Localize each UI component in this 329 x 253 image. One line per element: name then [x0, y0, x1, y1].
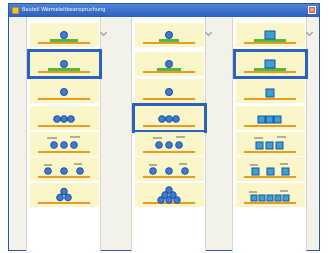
- config-1-7[interactable]: [30, 183, 99, 207]
- column-3: [232, 17, 314, 252]
- three-tube-wide-spacing-icon: [143, 163, 195, 178]
- config-3-5[interactable]: [236, 132, 305, 156]
- chevron-down-icon: [99, 28, 108, 37]
- chevron-down-icon: [204, 28, 213, 37]
- three-square-duct-wide-spacing-icon: [244, 163, 296, 178]
- three-tube-spaced-icon: [143, 136, 195, 153]
- config-3-1[interactable]: [236, 23, 314, 47]
- config-1-5[interactable]: [30, 132, 99, 156]
- config-3-3[interactable]: [236, 79, 305, 103]
- config-1-2[interactable]: [27, 49, 102, 79]
- chevron-down-icon: [305, 28, 314, 37]
- square-duct-plate-icon: [244, 59, 296, 73]
- heat-conductivity-window: Bauteil Wärmeleitbeanspruchung ×: [8, 3, 320, 252]
- config-3-4[interactable]: [236, 106, 305, 130]
- app-icon: [12, 7, 19, 14]
- config-3-7[interactable]: [236, 183, 305, 207]
- triangle-tube-group-icon: [38, 187, 90, 204]
- column-2: [131, 17, 213, 252]
- title-bar: Bauteil Wärmeleitbeanspruchung ×: [9, 4, 319, 17]
- config-3-6[interactable]: [236, 157, 305, 181]
- single-tube-icon: [38, 88, 90, 100]
- config-2-1[interactable]: [135, 23, 213, 47]
- three-square-duct-spaced-icon: [244, 136, 296, 153]
- config-2-7[interactable]: [135, 183, 204, 207]
- single-tube-plate-icon: [143, 60, 195, 73]
- three-tube-spaced-icon: [38, 136, 90, 153]
- three-tube-row-icon: [38, 115, 90, 127]
- config-2-6[interactable]: [135, 157, 204, 181]
- three-tube-row-icon: [143, 115, 195, 127]
- config-2-2[interactable]: [135, 52, 204, 76]
- pyramid-tube-group-icon: [143, 186, 195, 204]
- three-square-duct-row-icon: [244, 115, 296, 127]
- square-duct-green-plate-icon: [244, 30, 296, 44]
- config-2-5[interactable]: [135, 132, 204, 156]
- close-button[interactable]: ×: [308, 6, 316, 14]
- single-tube-icon: [143, 88, 195, 100]
- config-2-3[interactable]: [135, 79, 204, 103]
- config-1-4[interactable]: [30, 106, 99, 130]
- window-title: Bauteil Wärmeleitbeanspruchung: [22, 7, 106, 13]
- selection-content: [9, 17, 319, 252]
- column-1: [26, 17, 108, 252]
- config-1-6[interactable]: [30, 157, 99, 181]
- config-3-2[interactable]: [233, 49, 308, 79]
- staggered-square-duct-icon: [244, 190, 296, 204]
- config-1-3[interactable]: [30, 79, 99, 103]
- config-2-4[interactable]: [132, 103, 207, 133]
- config-1-1[interactable]: [30, 23, 108, 47]
- single-tube-green-plate-icon: [143, 31, 195, 44]
- square-duct-icon: [244, 88, 296, 100]
- single-tube-wide-plate-icon: [38, 60, 90, 73]
- single-tube-green-plate-icon: [38, 31, 90, 44]
- three-tube-wide-spacing-icon: [38, 163, 90, 178]
